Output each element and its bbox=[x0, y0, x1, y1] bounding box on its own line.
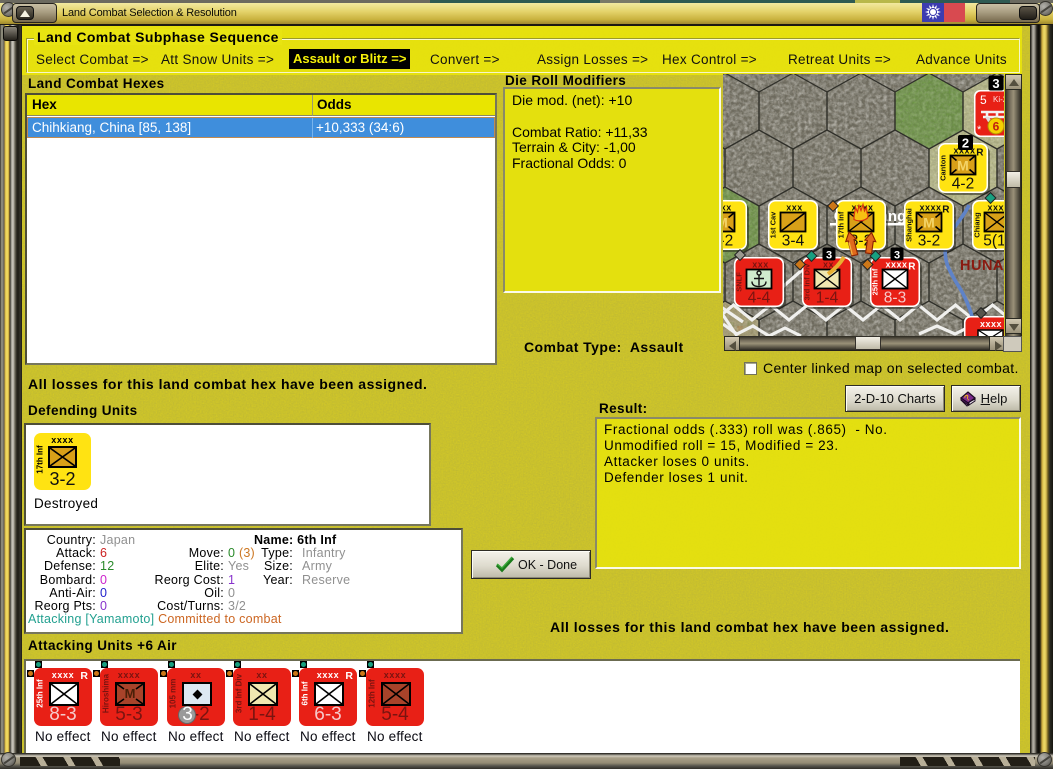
svg-text:4-4: 4-4 bbox=[748, 290, 771, 307]
svg-text:1-4: 1-4 bbox=[816, 290, 839, 307]
svg-text:M: M bbox=[923, 215, 935, 231]
svg-text:xxx: xxx bbox=[786, 203, 803, 213]
svg-text:3-2: 3-2 bbox=[918, 233, 940, 250]
svg-text:5(1): 5(1) bbox=[983, 233, 1004, 250]
svg-text:xxx: xxx bbox=[752, 260, 769, 270]
svg-text:3: 3 bbox=[894, 249, 900, 261]
svg-text:M: M bbox=[957, 158, 969, 174]
svg-text:3-4: 3-4 bbox=[782, 233, 805, 250]
svg-text:17th Inf: 17th Inf bbox=[837, 211, 846, 238]
svg-text:4-2: 4-2 bbox=[723, 233, 733, 250]
svg-text:R: R bbox=[908, 262, 916, 273]
svg-text:25th Inf: 25th Inf bbox=[871, 268, 880, 295]
svg-text:4-2: 4-2 bbox=[952, 176, 974, 193]
svg-text:R: R bbox=[976, 148, 984, 159]
svg-text:SNLF: SNLF bbox=[735, 272, 744, 292]
svg-text:3: 3 bbox=[992, 76, 999, 91]
svg-text:3: 3 bbox=[826, 249, 832, 261]
svg-text:5: 5 bbox=[980, 93, 987, 107]
svg-text:Chiang: Chiang bbox=[973, 212, 982, 238]
svg-text:M: M bbox=[723, 215, 728, 231]
svg-text:2: 2 bbox=[962, 135, 969, 150]
svg-text:1st Cav: 1st Cav bbox=[769, 211, 778, 239]
svg-text:8-3: 8-3 bbox=[884, 290, 906, 307]
svg-text:3rd Inf Div: 3rd Inf Div bbox=[803, 263, 812, 301]
svg-text:6: 6 bbox=[993, 120, 1000, 134]
svg-text:Shanghai: Shanghai bbox=[905, 208, 914, 242]
svg-text:R: R bbox=[942, 205, 950, 216]
svg-text:xxx: xxx bbox=[723, 203, 732, 213]
svg-text:xxxx: xxxx bbox=[980, 319, 1002, 329]
svg-text:HUNAN: HUNAN bbox=[960, 258, 1004, 274]
svg-text:Canton: Canton bbox=[939, 155, 948, 181]
svg-text:*: * bbox=[977, 124, 982, 136]
svg-text:xxxx: xxxx bbox=[987, 203, 1004, 213]
svg-text:xxxx: xxxx bbox=[919, 203, 941, 213]
svg-text:Ki-27: Ki-27 bbox=[993, 95, 1004, 104]
